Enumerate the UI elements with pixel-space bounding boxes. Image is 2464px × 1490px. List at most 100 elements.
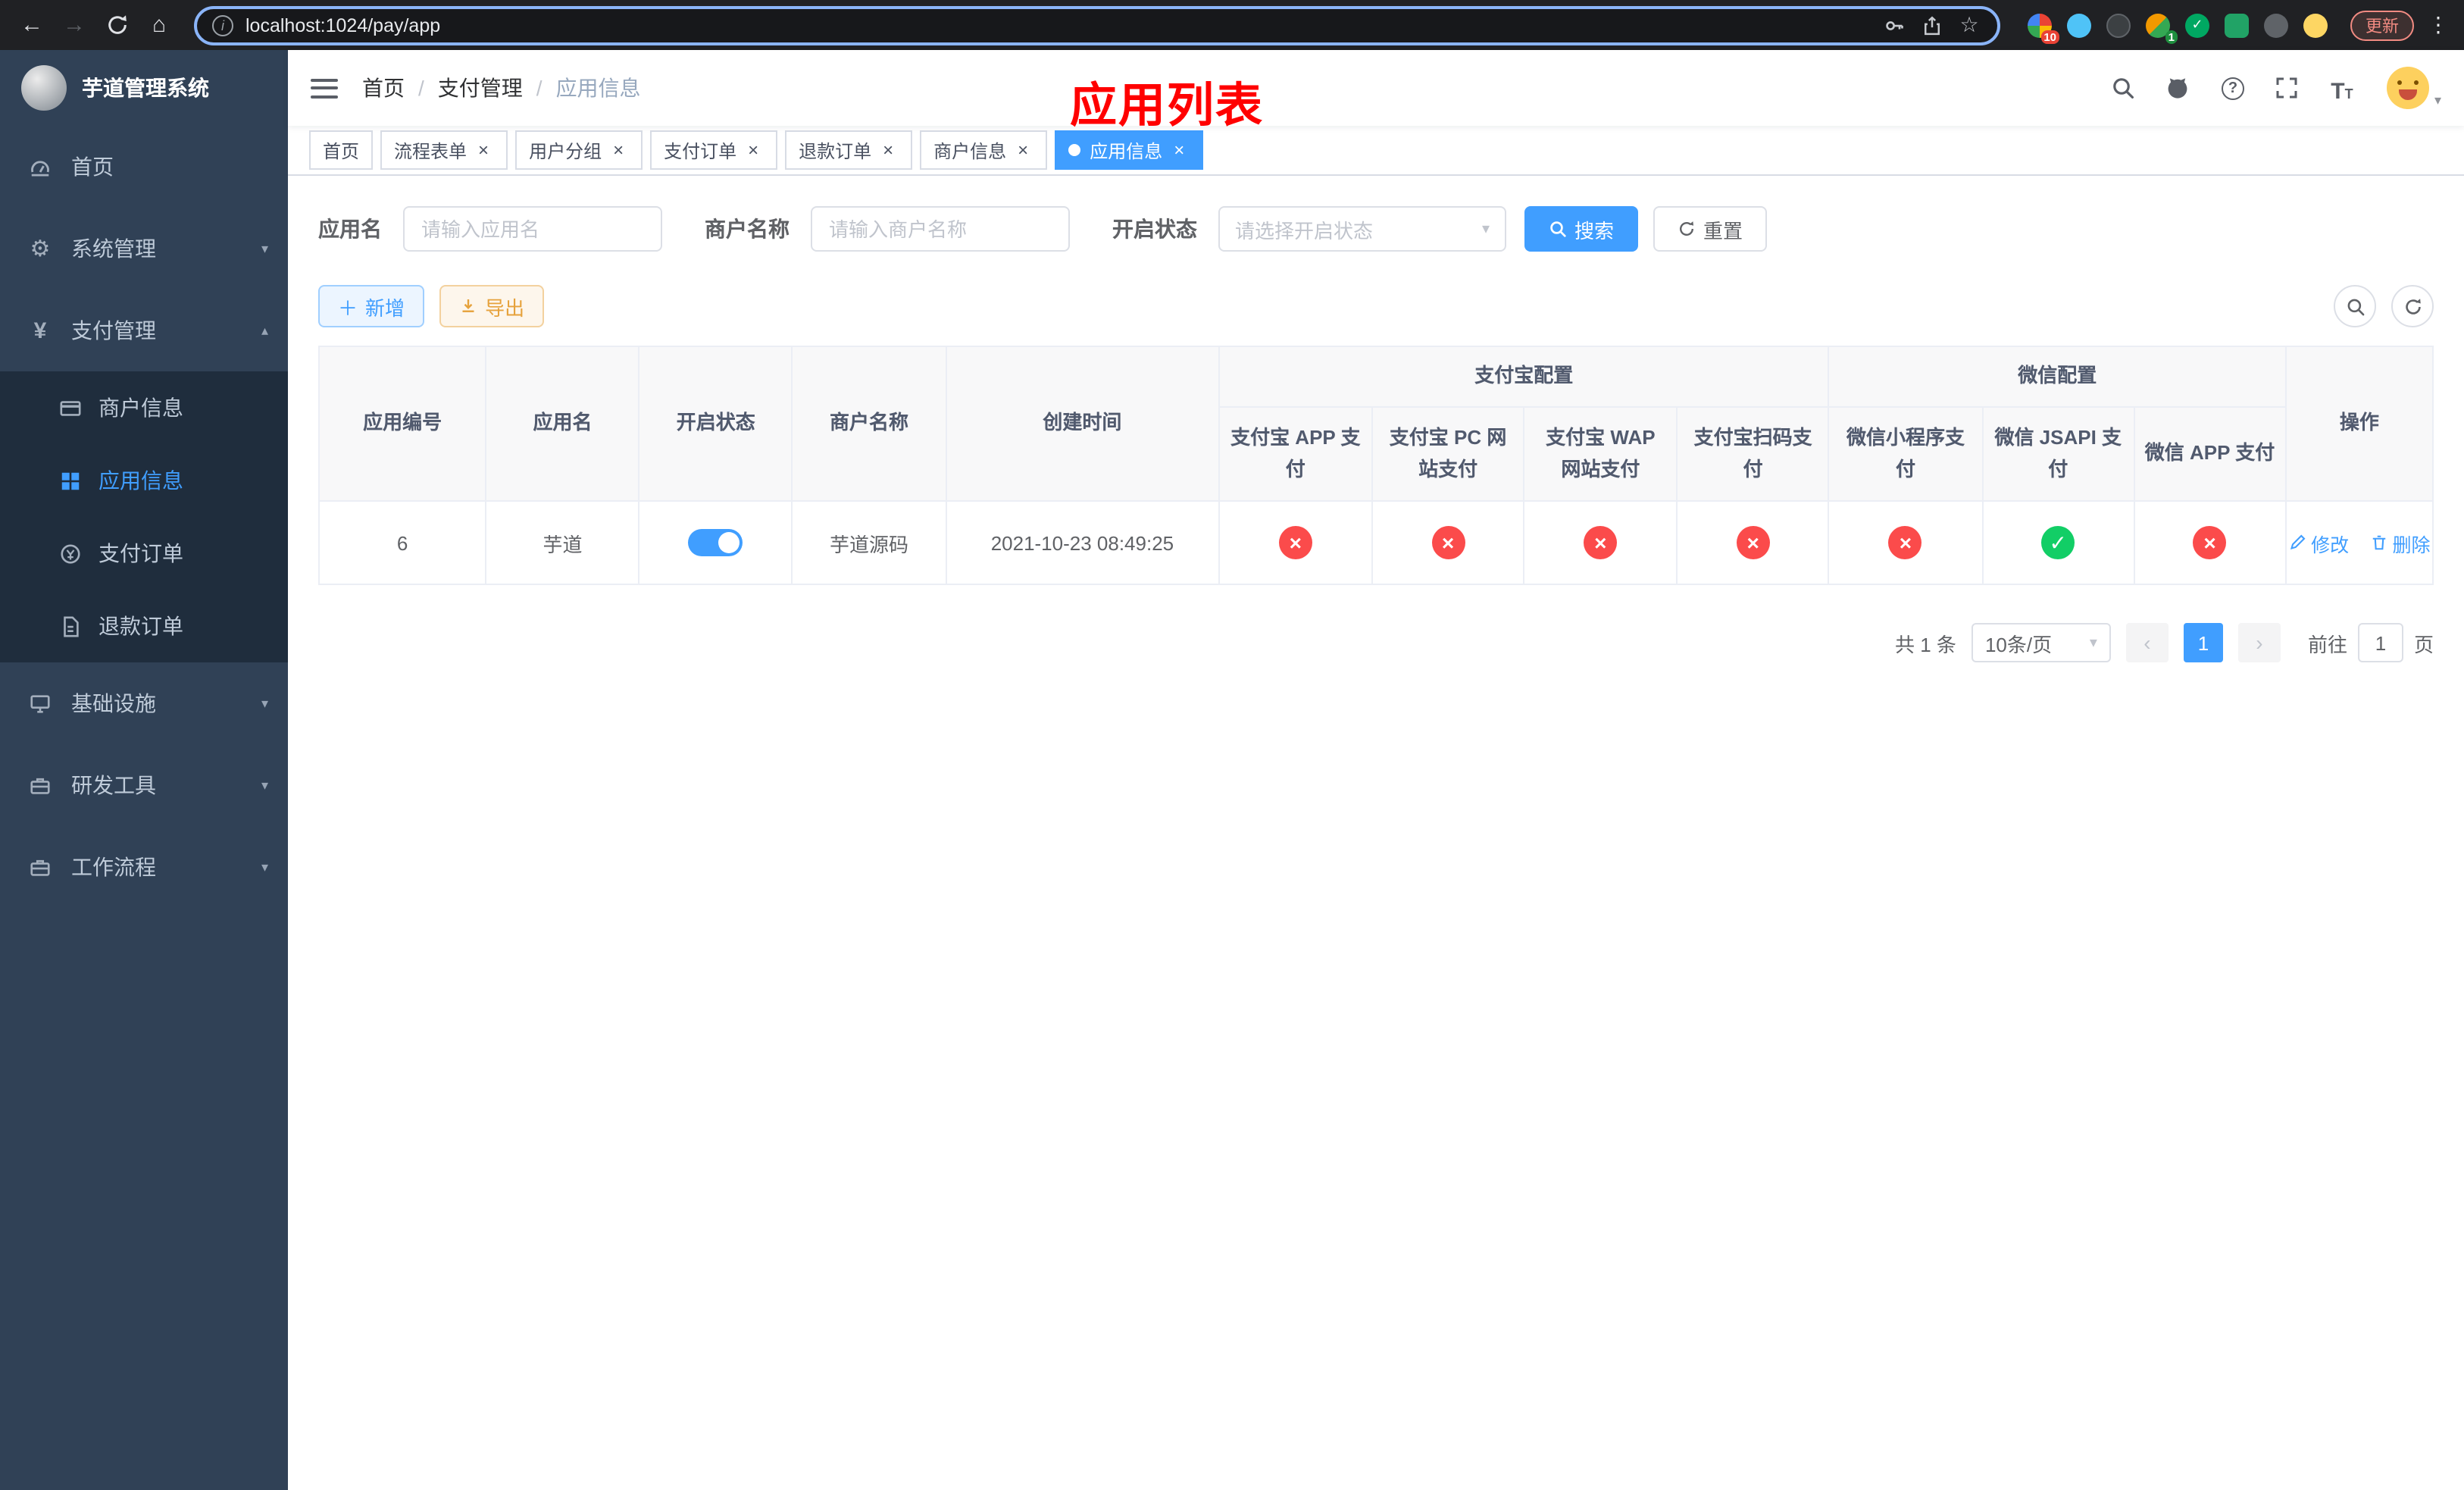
col-alipay-pc: 支付宝 PC 网站支付 xyxy=(1371,406,1525,502)
status-label: 开启状态 xyxy=(1112,217,1197,241)
col-wechat-jsapi: 微信 JSAPI 支付 xyxy=(1981,406,2135,502)
sidebar-item-refund-order[interactable]: 退款订单 xyxy=(0,590,288,662)
sidebar-item-app-info[interactable]: 应用信息 xyxy=(0,444,288,517)
table-toolbar: ＋ 新增 导出 xyxy=(318,285,2434,327)
cell-created: 2021-10-23 08:49:25 xyxy=(945,500,1220,585)
chevron-down-icon: ▾ xyxy=(2434,92,2441,108)
home-icon[interactable]: ⌂ xyxy=(139,5,179,45)
extension-emoji-icon[interactable] xyxy=(2303,13,2328,37)
close-icon[interactable]: × xyxy=(1168,139,1190,161)
refresh-button[interactable] xyxy=(2391,285,2434,327)
sidebar-item-label: 应用信息 xyxy=(98,468,183,493)
col-wechat-app: 微信 APP 支付 xyxy=(2133,406,2287,502)
app-logo xyxy=(21,65,67,111)
browser-update-button[interactable]: 更新 xyxy=(2350,10,2414,40)
browser-chrome: ← → ⌂ i localhost:1024/pay/app ☆ 10 1 ✓ … xyxy=(0,0,2464,50)
tab-pay-order[interactable]: 支付订单 × xyxy=(650,130,778,170)
chevron-down-icon: ▾ xyxy=(2089,634,2097,651)
tab-home[interactable]: 首页 xyxy=(309,130,374,170)
col-actions: 操作 xyxy=(2284,346,2434,502)
sidebar-item-dev-tools[interactable]: 研发工具 ▾ xyxy=(0,744,288,826)
hamburger-icon[interactable] xyxy=(311,78,338,98)
edit-link[interactable]: 修改 xyxy=(2288,528,2349,557)
app-name-input[interactable] xyxy=(403,206,662,252)
help-icon[interactable]: ? xyxy=(2218,73,2248,103)
tab-refund-order[interactable]: 退款订单 × xyxy=(785,130,913,170)
tab-process-form[interactable]: 流程表单 × xyxy=(380,130,508,170)
extension-check-icon[interactable]: ✓ xyxy=(2185,13,2209,37)
breadcrumb-home[interactable]: 首页 xyxy=(362,73,405,103)
app-title: 芋道管理系统 xyxy=(82,76,209,100)
tab-app-info[interactable]: 应用信息 × xyxy=(1055,130,1204,170)
sidebar-item-system[interactable]: ⚙ 系统管理 ▾ xyxy=(0,208,288,290)
browser-menu-icon[interactable]: ⋮ xyxy=(2425,12,2452,38)
app-logo-row[interactable]: 芋道管理系统 xyxy=(0,50,288,126)
grid-icon xyxy=(58,469,83,492)
user-avatar[interactable]: ▾ xyxy=(2387,67,2441,109)
page-annotation-title: 应用列表 xyxy=(1070,79,1264,132)
close-icon[interactable]: × xyxy=(473,139,494,161)
extension-avatar-icon[interactable]: 1 xyxy=(2146,13,2178,43)
delete-link[interactable]: 删除 xyxy=(2369,528,2430,557)
sidebar-item-infra[interactable]: 基础设施 ▾ xyxy=(0,662,288,744)
reload-icon[interactable] xyxy=(97,5,136,45)
tab-merchant-info[interactable]: 商户信息 × xyxy=(920,130,1048,170)
close-icon[interactable]: × xyxy=(608,139,629,161)
extension-pin-icon[interactable] xyxy=(2264,13,2288,37)
toggle-search-button[interactable] xyxy=(2334,285,2376,327)
extension-grid-icon[interactable]: 10 xyxy=(2028,13,2059,43)
payment-submenu: 商户信息 应用信息 支付订单 退款订单 xyxy=(0,371,288,662)
bookmark-star-icon[interactable]: ☆ xyxy=(1956,12,1982,38)
cell-app-id: 6 xyxy=(317,500,487,585)
goto-page-input[interactable] xyxy=(2357,623,2403,662)
page-content: 应用名 商户名称 开启状态 请选择开启状态 ▾ xyxy=(288,176,2464,1490)
close-icon[interactable]: × xyxy=(1012,139,1033,161)
export-button[interactable]: 导出 xyxy=(439,285,545,327)
github-icon[interactable] xyxy=(2163,73,2194,103)
active-dot xyxy=(1068,144,1081,156)
font-size-icon[interactable]: TT xyxy=(2327,73,2357,103)
cell-merchant: 芋道源码 xyxy=(791,500,947,585)
sidebar-item-pay-order[interactable]: 支付订单 xyxy=(0,517,288,590)
app-table: 应用编号 应用名 开启状态 商户名称 创建时间 支付宝配置 微信配置 操作 支付… xyxy=(317,346,2434,585)
reset-button[interactable]: 重置 xyxy=(1653,206,1768,252)
forward-icon[interactable]: → xyxy=(55,5,94,45)
sidebar-item-payment[interactable]: ¥ 支付管理 ▴ xyxy=(0,290,288,371)
page-number-1[interactable]: 1 xyxy=(2183,623,2223,662)
back-icon[interactable]: ← xyxy=(12,5,52,45)
credit-card-icon xyxy=(58,396,83,419)
tab-user-group[interactable]: 用户分组 × xyxy=(515,130,643,170)
url-text: localhost:1024/pay/app xyxy=(245,14,441,36)
merchant-name-input[interactable] xyxy=(811,206,1070,252)
search-button[interactable]: 搜索 xyxy=(1524,206,1639,252)
extension-drop-icon[interactable] xyxy=(2067,13,2091,37)
close-icon[interactable]: × xyxy=(877,139,899,161)
sidebar-item-workflow[interactable]: 工作流程 ▾ xyxy=(0,826,288,908)
status-select[interactable]: 请选择开启状态 ▾ xyxy=(1218,206,1506,252)
extension-badge: 1 xyxy=(2165,30,2178,43)
enabled-switch[interactable] xyxy=(688,529,743,556)
site-info-icon[interactable]: i xyxy=(212,14,233,36)
prev-page-button[interactable]: ‹ xyxy=(2125,623,2169,662)
sidebar-item-merchant-info[interactable]: 商户信息 xyxy=(0,371,288,444)
breadcrumb-current: 应用信息 xyxy=(555,76,641,100)
search-icon[interactable] xyxy=(2109,73,2139,103)
close-icon[interactable]: × xyxy=(743,139,764,161)
top-navbar: 首页 / 支付管理 / 应用信息 ? T T ▾ xyxy=(288,50,2464,126)
sidebar-item-home[interactable]: 首页 xyxy=(0,126,288,208)
sidebar: 芋道管理系统 首页 ⚙ 系统管理 ▾ ¥ 支付管理 ▴ 商户信息 应用信息 支付… xyxy=(0,50,288,1490)
chevron-down-icon: ▾ xyxy=(261,240,268,255)
share-icon[interactable] xyxy=(1918,12,1944,38)
table-row: 6 芋道 芋道源码 2021-10-23 08:49:25 × × × × × xyxy=(317,500,2434,585)
page-size-select[interactable]: 10条/页 ▾ xyxy=(1971,623,2111,662)
extension-square-icon[interactable] xyxy=(2225,13,2249,37)
extension-globe-icon[interactable] xyxy=(2106,13,2131,37)
fullscreen-icon[interactable] xyxy=(2272,73,2303,103)
chevron-down-icon: ▾ xyxy=(261,859,268,874)
address-bar[interactable]: i localhost:1024/pay/app ☆ xyxy=(194,5,2000,45)
add-button[interactable]: ＋ 新增 xyxy=(318,285,425,327)
breadcrumb-payment[interactable]: 支付管理 xyxy=(438,73,523,103)
next-page-button[interactable]: › xyxy=(2237,623,2281,662)
password-key-icon[interactable] xyxy=(1881,12,1906,38)
col-wechat-mini: 微信小程序支付 xyxy=(1828,406,1984,502)
